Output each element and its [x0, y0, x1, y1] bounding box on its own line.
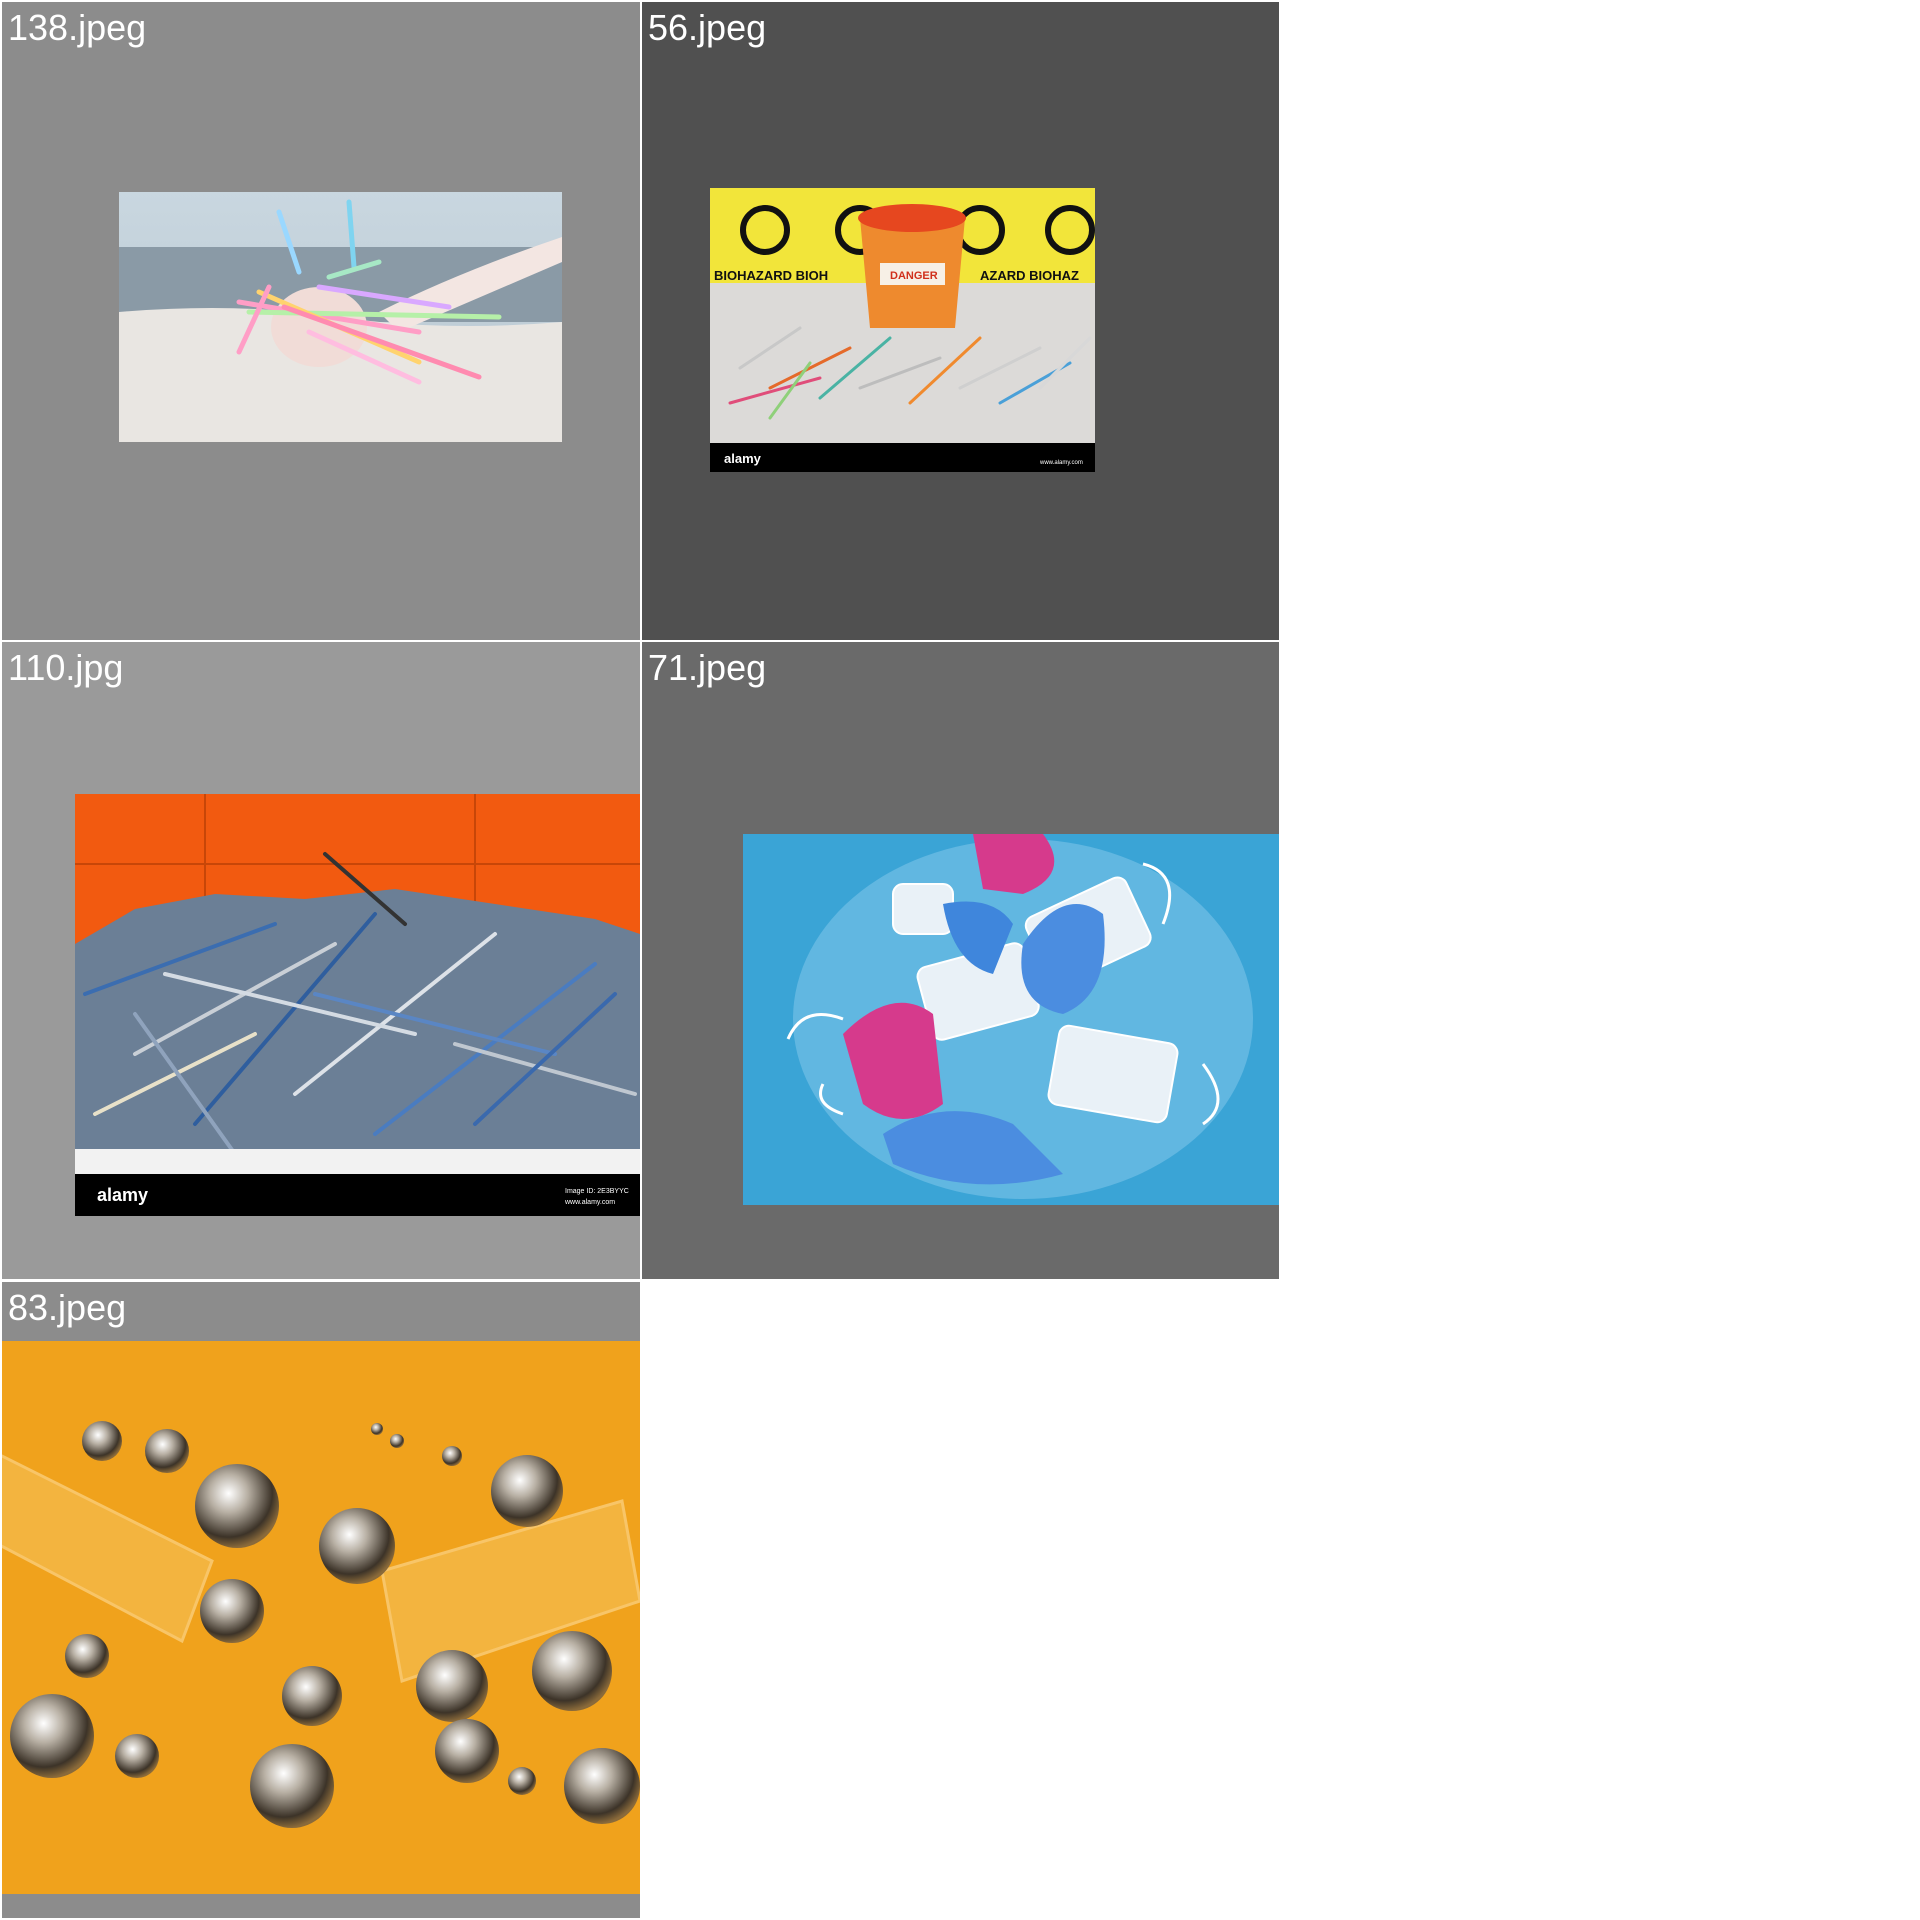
- image-tile-56[interactable]: 56.jpeg BIOHAZARD BIOH AZARD BIOHAZ DANG…: [642, 2, 1279, 640]
- overlay-text: www.alamy.com: [1039, 460, 1083, 466]
- overlay-text: DANGER: [890, 270, 938, 282]
- thumbnail-image: BIOHAZARD BIOH AZARD BIOHAZ DANGER alamy…: [710, 188, 1095, 472]
- overlay-text: AZARD BIOHAZ: [980, 268, 1079, 283]
- thumbnail-image: [743, 834, 1279, 1205]
- thumbnail-image: [2, 1341, 640, 1894]
- tile-filename: 138.jpeg: [8, 7, 147, 48]
- tile-filename: 83.jpeg: [8, 1287, 127, 1328]
- image-tile-138[interactable]: 138.jpeg: [2, 2, 640, 640]
- thumbnail-image: alamy Image ID: 2E3BYYC www.alamy.com: [75, 794, 640, 1216]
- overlay-text: Image ID: 2E3BYYC: [565, 1188, 629, 1195]
- overlay-text: alamy: [724, 451, 762, 466]
- thumbnail-image: [119, 192, 562, 442]
- overlay-text: BIOHAZARD BIOH: [714, 268, 828, 283]
- overlay-text: www.alamy.com: [564, 1199, 615, 1206]
- overlay-text: alamy: [97, 1185, 148, 1205]
- tile-filename: 110.jpg: [8, 647, 124, 688]
- tile-filename: 71.jpeg: [648, 647, 767, 688]
- tile-filename: 56.jpeg: [648, 7, 767, 48]
- image-tile-110[interactable]: 110.jpg alamy Image ID: 2E3BYYC www.alam…: [2, 642, 640, 1279]
- image-tile-71[interactable]: 71.jpeg: [642, 642, 1279, 1279]
- image-tile-83[interactable]: 83.jpeg: [2, 1282, 640, 1918]
